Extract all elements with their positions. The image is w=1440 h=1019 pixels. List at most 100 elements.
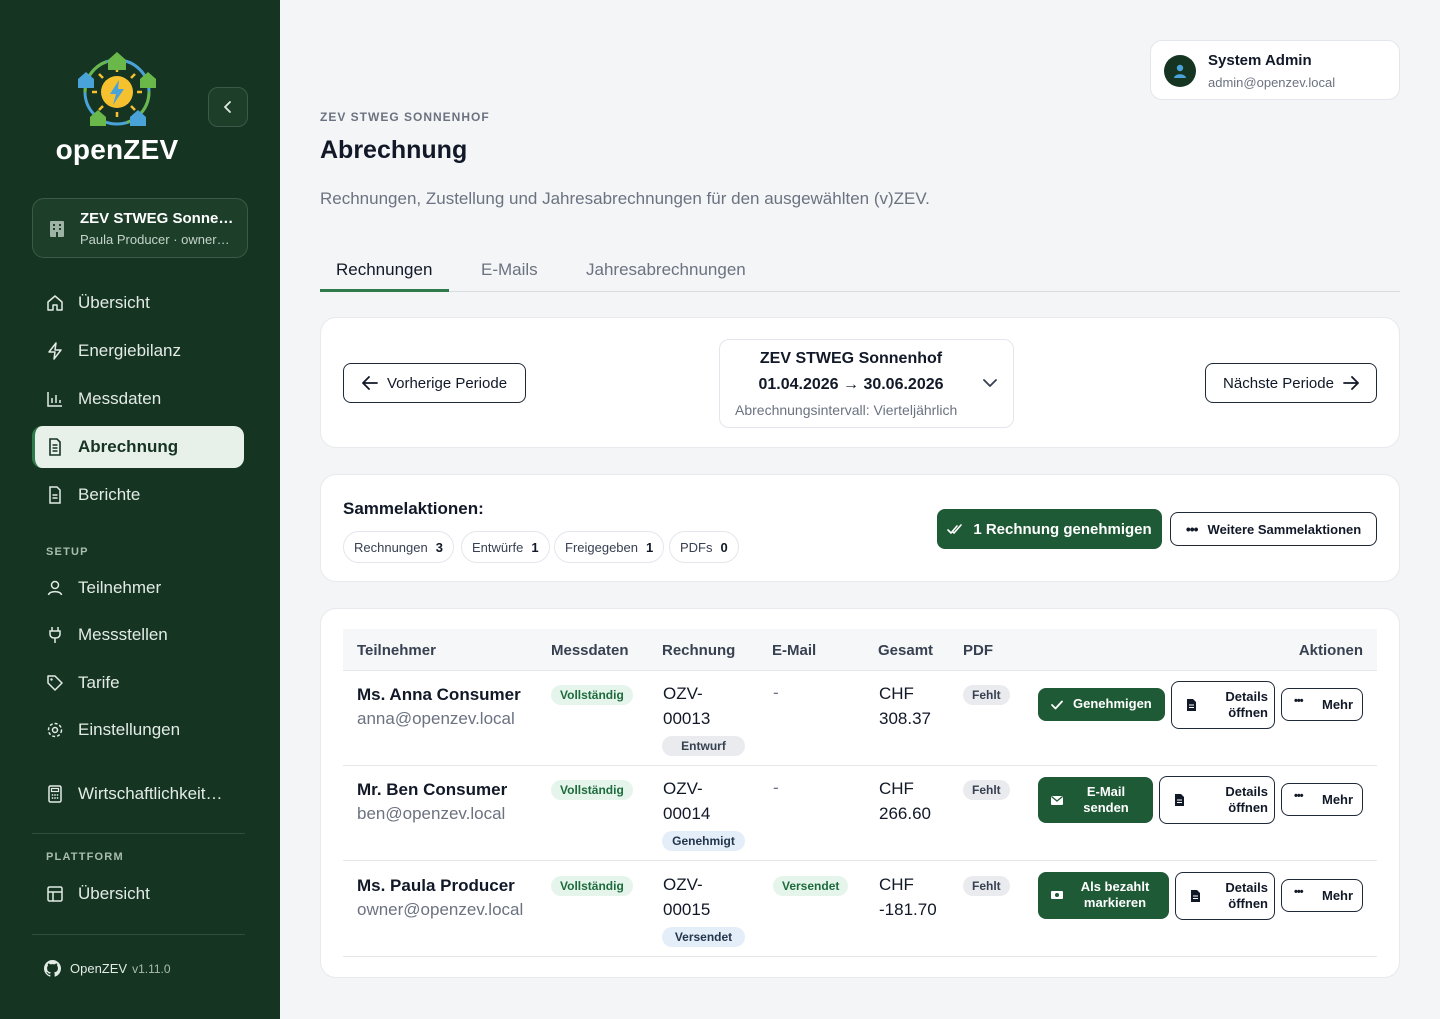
pill-value: 3 xyxy=(435,539,443,555)
more-dots-icon: ••• xyxy=(1294,790,1304,802)
active-tab-indicator xyxy=(320,289,449,292)
column-header: E-Mail xyxy=(772,642,817,659)
more-label: Mehr xyxy=(1322,792,1354,807)
period-interval: Abrechnungsintervall: Vierteljährlich xyxy=(735,402,958,418)
nav-label: Messstellen xyxy=(78,625,168,644)
logo-text: openZEV xyxy=(55,134,179,165)
open-details-button[interactable]: Details öffnen xyxy=(1175,872,1275,920)
send-email-button[interactable]: E-Mail senden xyxy=(1038,777,1153,823)
previous-period-button[interactable]: Vorherige Periode xyxy=(343,363,526,403)
table-header: Teilnehmer Messdaten Rechnung E-Mail Ges… xyxy=(343,629,1377,671)
check-icon xyxy=(1051,700,1063,710)
github-link[interactable]: OpenZEV v1.11.0 xyxy=(44,960,171,977)
pdf-status-badge: Fehlt xyxy=(963,876,1010,896)
sidebar: openZEV ZEV STWEG Sonnenhof Paula Produc… xyxy=(0,0,280,1019)
invoice-number: 00013 xyxy=(663,709,711,728)
messdaten-badge: Vollständig xyxy=(551,876,633,896)
lightning-icon xyxy=(48,342,62,360)
total-amount: -181.70 xyxy=(879,900,937,919)
logo-icon xyxy=(78,52,156,126)
approve-label: Genehmigen xyxy=(1073,696,1152,711)
pdf-status-badge: Fehlt xyxy=(963,780,1010,800)
avatar xyxy=(1164,55,1196,87)
more-bulk-actions-button[interactable]: ••• Weitere Sammelaktionen xyxy=(1170,512,1377,546)
column-header: Aktionen xyxy=(1298,642,1363,659)
calculator-icon xyxy=(48,785,62,803)
nav-label: Energiebilanz xyxy=(78,341,182,360)
invoice-number-prefix: OZV- xyxy=(663,684,703,703)
more-button[interactable]: ••• Mehr xyxy=(1281,783,1363,816)
bulk-actions-title: Sammelaktionen: xyxy=(343,499,484,518)
more-dots-icon: ••• xyxy=(1185,521,1199,537)
nav-item-tarife[interactable]: Tarife xyxy=(32,662,244,704)
document-icon xyxy=(49,438,61,456)
send-email-label: E-Mail senden xyxy=(1083,784,1129,815)
zev-selector[interactable]: ZEV STWEG Sonnenhof Paula Producer · own… xyxy=(32,198,248,258)
period-range: 01.04.2026 → 30.06.2026 xyxy=(758,376,944,393)
tab-bar: Rechnungen E-Mails Jahresabrechnungen xyxy=(320,252,1400,292)
nav-item-uebersicht[interactable]: Übersicht xyxy=(32,282,244,324)
more-button[interactable]: ••• Mehr xyxy=(1281,879,1363,912)
email-status-badge: Versendet xyxy=(773,876,849,896)
nav-item-wirtschaftlichkeit[interactable]: Wirtschaftlichkeitsrechner xyxy=(32,773,244,815)
nav-label: Teilnehmer xyxy=(78,578,162,597)
count-pill-freigegeben: Freigegeben 1 xyxy=(554,531,665,563)
table-row: Ms. Paula Producer owner@openzev.local V… xyxy=(343,862,1377,957)
table-row: Ms. Anna Consumer anna@openzev.local Vol… xyxy=(343,671,1377,766)
money-icon xyxy=(1051,891,1063,899)
nav-item-berichte[interactable]: Berichte xyxy=(32,474,244,516)
approve-invoices-label: 1 Rechnung genehmigen xyxy=(973,520,1152,538)
approve-invoices-button[interactable]: 1 Rechnung genehmigen xyxy=(937,509,1162,549)
more-button[interactable]: ••• Mehr xyxy=(1281,688,1363,721)
nav-item-teilnehmer[interactable]: Teilnehmer xyxy=(32,567,244,609)
collapse-sidebar-button[interactable] xyxy=(208,87,248,127)
nav-label: Tarife xyxy=(78,673,120,692)
open-details-button[interactable]: Details öffnen xyxy=(1159,776,1275,824)
nav-item-energiebilanz[interactable]: Energiebilanz xyxy=(32,330,244,372)
messdaten-badge: Vollständig xyxy=(551,685,633,705)
more-bulk-actions-label: Weitere Sammelaktionen xyxy=(1207,521,1362,537)
total-currency: CHF xyxy=(879,779,914,798)
email-status: - xyxy=(773,778,779,797)
page-subtitle: Rechnungen, Zustellung und Jahresabrechn… xyxy=(320,189,930,208)
user-menu[interactable]: System Admin admin@openzev.local xyxy=(1150,40,1400,100)
sidebar-divider xyxy=(32,934,245,935)
period-zev-name: ZEV STWEG Sonnenhof xyxy=(759,350,943,367)
period-selector[interactable]: ZEV STWEG Sonnenhof 01.04.2026 → 30.06.2… xyxy=(719,339,1014,428)
pill-label: Entwürfe xyxy=(472,539,524,555)
nav-item-messdaten[interactable]: Messdaten xyxy=(32,378,244,420)
invoice-number-prefix: OZV- xyxy=(663,779,703,798)
approve-button[interactable]: Genehmigen xyxy=(1038,688,1165,721)
column-header: Teilnehmer xyxy=(357,642,436,659)
gear-icon xyxy=(47,722,63,738)
nav-item-messstellen[interactable]: Messstellen xyxy=(32,614,244,656)
messdaten-badge: Vollständig xyxy=(551,780,633,800)
next-period-button[interactable]: Nächste Periode xyxy=(1205,363,1377,403)
more-dots-icon: ••• xyxy=(1294,695,1304,707)
page-title: Abrechnung xyxy=(320,136,468,164)
file-icon xyxy=(49,486,61,504)
total-currency: CHF xyxy=(879,684,914,703)
tab-emails[interactable]: E-Mails xyxy=(481,260,538,280)
nav-item-abrechnung[interactable]: Abrechnung xyxy=(32,426,244,468)
open-details-label: Details öffnen xyxy=(1225,689,1268,720)
column-header: Messdaten xyxy=(551,642,629,659)
tab-jahresabrechnungen[interactable]: Jahresabrechnungen xyxy=(586,260,746,280)
invoice-number-prefix: OZV- xyxy=(663,875,703,894)
footer-name: OpenZEV xyxy=(70,961,128,976)
app-logo[interactable]: openZEV xyxy=(52,50,182,166)
total-amount: 266.60 xyxy=(879,804,931,823)
nav-item-einstellungen[interactable]: Einstellungen xyxy=(32,709,244,751)
nav-label: Übersicht xyxy=(78,293,150,312)
tab-rechnungen[interactable]: Rechnungen xyxy=(336,260,432,280)
file-icon xyxy=(1187,699,1196,711)
user-icon xyxy=(47,580,63,596)
invoice-status-badge: Versendet xyxy=(662,927,745,947)
mark-paid-button[interactable]: Als bezahlt markieren xyxy=(1038,872,1169,919)
nav-label: Wirtschaftlichkeitsrechner xyxy=(78,784,228,803)
participant-name: Ms. Paula Producer xyxy=(357,876,515,895)
count-pill-rechnungen: Rechnungen 3 xyxy=(343,531,454,563)
pill-value: 1 xyxy=(646,539,654,555)
open-details-button[interactable]: Details öffnen xyxy=(1171,681,1275,729)
nav-item-plattform-uebersicht[interactable]: Übersicht xyxy=(32,873,244,915)
